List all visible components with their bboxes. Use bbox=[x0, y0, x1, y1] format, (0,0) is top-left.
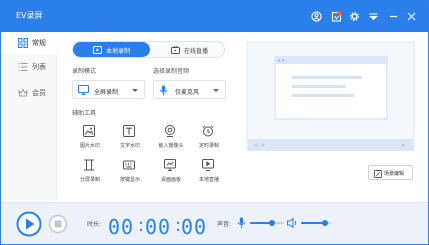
tool-label: 本地直播 bbox=[198, 177, 219, 183]
tool-image-watermark[interactable]: 图片水印 bbox=[70, 125, 110, 155]
app-window: EV录屏 常规 列表 会员 本地录制 在线直播 录制模式 全屏录制 选择录制音频… bbox=[0, 0, 429, 245]
close-icon[interactable] bbox=[406, 11, 417, 22]
settings-icon[interactable] bbox=[349, 11, 360, 22]
record-mode-select[interactable]: 全屏录制 bbox=[72, 80, 145, 99]
edit-icon bbox=[374, 170, 382, 178]
preview-illustration bbox=[248, 43, 413, 151]
audio-value: 仅麦克风 bbox=[175, 89, 200, 96]
sidebar-item-label: 常规 bbox=[32, 39, 46, 47]
list-icon bbox=[18, 63, 28, 71]
control-bar: 时长: 00 : 00 : 00 声音: bbox=[1, 202, 428, 244]
tools-label: 辅助工具 bbox=[72, 110, 97, 117]
split-screen-icon bbox=[84, 159, 94, 171]
microphone-icon[interactable] bbox=[237, 217, 246, 229]
record-mode-label: 录制模式 bbox=[72, 68, 97, 75]
timer-seconds: 00 bbox=[181, 215, 208, 239]
user-icon[interactable] bbox=[311, 11, 322, 22]
tool-text-watermark[interactable]: 文字水印 bbox=[110, 125, 150, 155]
text-icon bbox=[123, 125, 135, 137]
image-icon bbox=[83, 125, 95, 137]
sound-label: 声音: bbox=[217, 221, 232, 228]
sidebar-item-member[interactable]: 会员 bbox=[1, 82, 57, 104]
timer-minutes: 00 bbox=[145, 215, 172, 239]
tab-live-stream[interactable]: 在线直播 bbox=[151, 42, 224, 57]
tool-label: 定时录制 bbox=[198, 143, 219, 149]
tab-label: 在线直播 bbox=[184, 48, 209, 55]
stop-record-button[interactable] bbox=[48, 214, 68, 234]
start-record-button[interactable] bbox=[16, 211, 42, 237]
video-icon bbox=[93, 46, 102, 54]
timer-colon: : bbox=[138, 215, 145, 236]
tool-embed-camera[interactable]: 嵌入摄像头 bbox=[151, 125, 191, 155]
speaker-icon[interactable] bbox=[287, 218, 298, 228]
vip-icon[interactable] bbox=[331, 11, 342, 22]
keyboard-icon bbox=[123, 160, 135, 170]
minimize-icon[interactable] bbox=[388, 11, 399, 22]
timer-hours: 00 bbox=[108, 215, 135, 239]
tool-desktop-board[interactable]: 桌面画板 bbox=[151, 159, 191, 189]
tool-key-display[interactable]: 按键显示 bbox=[110, 159, 150, 189]
scene-edit-button[interactable]: 场景编辑 bbox=[368, 165, 413, 180]
drawing-board-icon bbox=[164, 159, 176, 171]
chevron-down-icon bbox=[132, 89, 138, 92]
crown-icon bbox=[18, 88, 28, 97]
sidebar: 常规 列表 会员 bbox=[1, 32, 57, 201]
sidebar-item-label: 会员 bbox=[32, 89, 46, 97]
mic-volume-slider[interactable] bbox=[250, 220, 284, 226]
live-icon bbox=[171, 46, 180, 54]
menu-icon[interactable] bbox=[368, 11, 379, 22]
tab-local-record[interactable]: 本地录制 bbox=[73, 42, 150, 57]
audio-label: 选择录制音频 bbox=[153, 68, 190, 75]
sidebar-item-list[interactable]: 列表 bbox=[1, 56, 57, 78]
microphone-icon bbox=[159, 85, 168, 96]
speaker-volume-knob[interactable] bbox=[322, 220, 328, 226]
tool-local-live[interactable]: 本地直播 bbox=[189, 159, 229, 189]
scene-edit-label: 场景编辑 bbox=[384, 171, 405, 177]
tab-label: 本地录制 bbox=[106, 48, 131, 55]
chevron-down-icon bbox=[213, 89, 219, 92]
duration-label: 时长: bbox=[87, 221, 102, 228]
sidebar-item-general[interactable]: 常规 bbox=[1, 32, 57, 54]
local-live-icon bbox=[202, 159, 214, 171]
mic-volume-knob[interactable] bbox=[269, 220, 275, 226]
record-mode-value: 全屏录制 bbox=[94, 89, 119, 96]
audio-select[interactable]: 仅麦克风 bbox=[153, 80, 226, 99]
alarm-icon bbox=[202, 125, 214, 137]
tool-timed-record[interactable]: 定时录制 bbox=[189, 125, 229, 155]
record-type-tabs: 本地录制 在线直播 bbox=[72, 41, 225, 58]
speaker-volume-slider[interactable] bbox=[301, 220, 331, 226]
sidebar-item-label: 列表 bbox=[32, 63, 46, 71]
title-bar[interactable]: EV录屏 bbox=[1, 1, 428, 32]
grid-icon bbox=[18, 38, 28, 48]
tool-split-screen[interactable]: 分屏录制 bbox=[70, 159, 110, 189]
preview-area bbox=[246, 41, 415, 151]
camera-icon bbox=[165, 125, 175, 137]
monitor-icon bbox=[78, 85, 89, 95]
app-title: EV录屏 bbox=[16, 11, 43, 20]
